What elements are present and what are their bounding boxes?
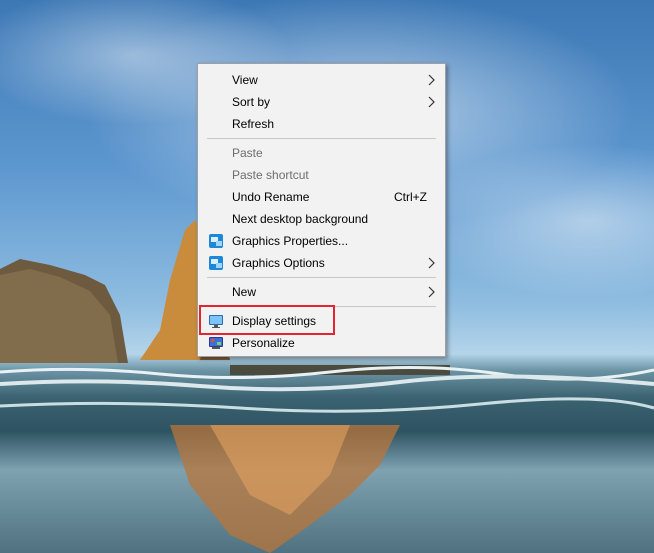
menu-item-undo-rename[interactable]: Undo Rename Ctrl+Z — [199, 186, 444, 208]
menu-item-graphics-properties[interactable]: Graphics Properties... — [199, 230, 444, 252]
menu-item-new-label: New — [232, 285, 257, 299]
menu-item-paste-shortcut-label: Paste shortcut — [232, 168, 309, 182]
chevron-right-icon — [428, 96, 435, 108]
menu-item-graphics-properties-label: Graphics Properties... — [232, 234, 349, 248]
menu-item-sort-by-label: Sort by — [232, 95, 271, 109]
menu-item-undo-rename-label: Undo Rename — [232, 190, 310, 204]
menu-separator — [207, 277, 436, 278]
menu-item-view[interactable]: View — [199, 69, 444, 91]
display-settings-highlight-box — [199, 305, 335, 335]
menu-item-paste[interactable]: Paste — [199, 142, 444, 164]
menu-item-new[interactable]: New — [199, 281, 444, 303]
graphics-options-icon — [209, 256, 223, 270]
menu-separator — [207, 138, 436, 139]
wallpaper-waves — [0, 365, 654, 413]
graphics-properties-icon — [209, 234, 223, 248]
wallpaper-rock-left — [0, 259, 128, 363]
personalize-icon — [209, 337, 223, 349]
chevron-right-icon — [428, 257, 435, 269]
menu-item-view-label: View — [232, 73, 258, 87]
menu-item-paste-label: Paste — [232, 146, 263, 160]
menu-item-paste-shortcut[interactable]: Paste shortcut — [199, 164, 444, 186]
menu-item-refresh-label: Refresh — [232, 117, 275, 131]
undo-shortcut-label: Ctrl+Z — [394, 190, 427, 204]
menu-item-refresh[interactable]: Refresh — [199, 113, 444, 135]
chevron-right-icon — [428, 74, 435, 86]
chevron-right-icon — [428, 286, 435, 298]
menu-item-personalize-label: Personalize — [232, 336, 295, 350]
menu-item-personalize[interactable]: Personalize — [199, 332, 444, 354]
menu-item-next-desktop-background[interactable]: Next desktop background — [199, 208, 444, 230]
menu-item-next-background-label: Next desktop background — [232, 212, 369, 226]
menu-item-graphics-options[interactable]: Graphics Options — [199, 252, 444, 274]
menu-item-graphics-options-label: Graphics Options — [232, 256, 325, 270]
menu-item-sort-by[interactable]: Sort by — [199, 91, 444, 113]
wallpaper-rock-reflection — [170, 425, 400, 553]
